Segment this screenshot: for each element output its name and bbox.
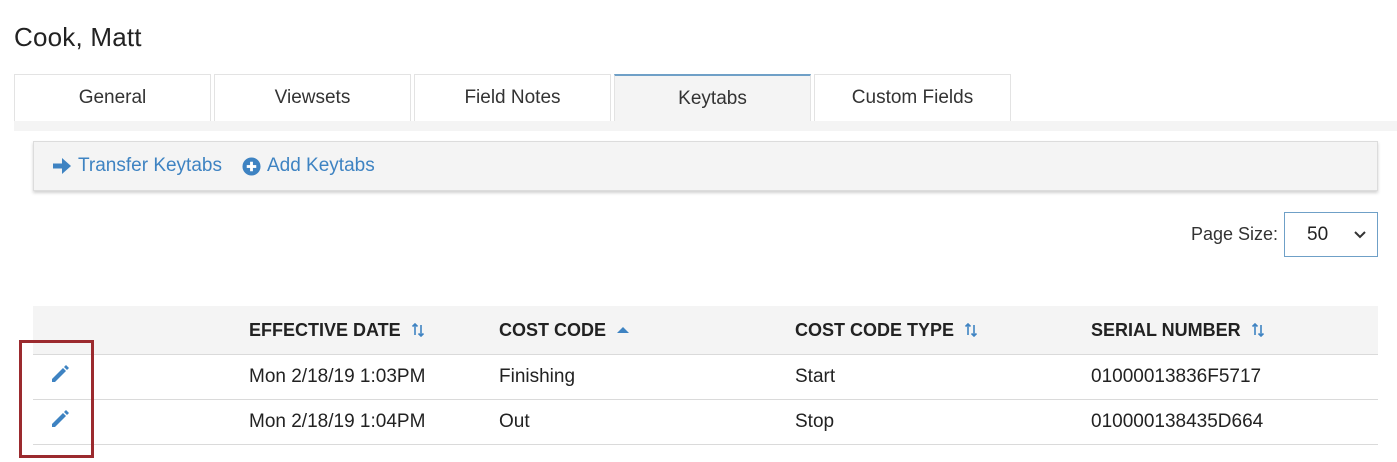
keytabs-table: EFFECTIVE DATE COST CODE COST CODE TYPE: [33, 306, 1378, 445]
column-header-serial-number[interactable]: SERIAL NUMBER: [1091, 306, 1265, 354]
sort-icon: [1251, 323, 1265, 337]
column-header-cost-code[interactable]: COST CODE: [499, 306, 630, 354]
pencil-icon: [49, 363, 71, 391]
pencil-icon: [49, 408, 71, 436]
arrow-right-icon: [52, 157, 72, 175]
sort-icon: [964, 323, 978, 337]
page-size-value: 50: [1307, 223, 1329, 245]
add-keytabs-button[interactable]: Add Keytabs: [242, 155, 375, 177]
cell-cost-code-type: Stop: [795, 411, 835, 432]
keytabs-toolbar: Transfer Keytabs Add Keytabs: [33, 141, 1378, 191]
plus-circle-icon: [242, 156, 261, 176]
tab-general[interactable]: General: [14, 74, 211, 121]
table-header: EFFECTIVE DATE COST CODE COST CODE TYPE: [33, 306, 1378, 355]
cell-cost-code: Finishing: [499, 366, 576, 387]
edit-row-button[interactable]: [45, 355, 75, 399]
transfer-keytabs-label: Transfer Keytabs: [78, 155, 222, 176]
sort-icon: [411, 323, 425, 337]
sort-asc-icon: [616, 325, 630, 335]
table-row: Mon 2/18/19 1:04PM Out Stop 010000138435…: [33, 400, 1378, 445]
add-keytabs-label: Add Keytabs: [266, 155, 375, 176]
page-size-select[interactable]: 50: [1284, 212, 1378, 257]
tab-viewsets[interactable]: Viewsets: [214, 74, 411, 121]
cell-cost-code: Out: [499, 411, 530, 432]
page-size-control: Page Size: 50: [1191, 212, 1378, 257]
chevron-down-icon: [1353, 224, 1367, 246]
column-header-cost-code-type[interactable]: COST CODE TYPE: [795, 306, 978, 354]
column-header-effective-date[interactable]: EFFECTIVE DATE: [249, 306, 425, 354]
tab-content-divider: [14, 121, 1397, 131]
edit-row-button[interactable]: [45, 400, 75, 444]
tab-custom-fields[interactable]: Custom Fields: [814, 74, 1011, 121]
table-row: Mon 2/18/19 1:03PM Finishing Start 01000…: [33, 355, 1378, 400]
cell-serial-number: 010000138435D664: [1091, 411, 1264, 432]
tab-field-notes[interactable]: Field Notes: [414, 74, 611, 121]
cell-cost-code-type: Start: [795, 366, 836, 387]
transfer-keytabs-button[interactable]: Transfer Keytabs: [52, 155, 222, 177]
cell-effective-date: Mon 2/18/19 1:04PM: [249, 411, 426, 432]
tab-bar: General Viewsets Field Notes Keytabs Cus…: [14, 74, 1014, 121]
tab-keytabs[interactable]: Keytabs: [614, 74, 811, 121]
cell-serial-number: 01000013836F5717: [1091, 366, 1262, 387]
cell-effective-date: Mon 2/18/19 1:03PM: [249, 366, 426, 387]
page-size-label: Page Size:: [1190, 224, 1278, 244]
page-title: Cook, Matt: [14, 22, 142, 52]
